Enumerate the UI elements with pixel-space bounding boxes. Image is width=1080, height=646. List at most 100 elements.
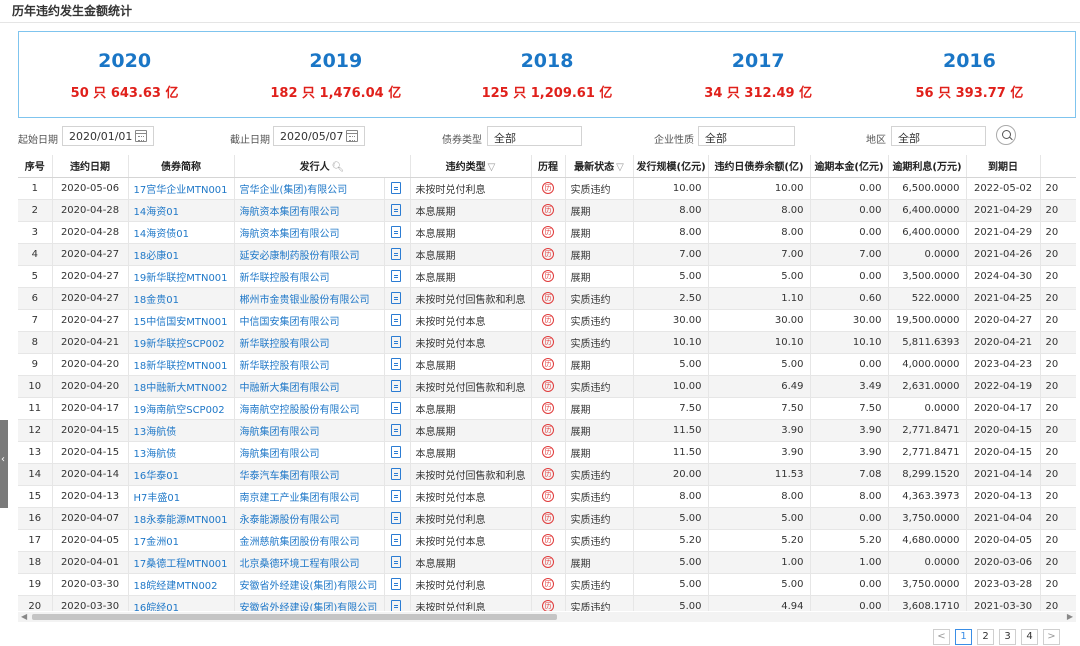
col-header-type[interactable]: 违约类型 ▽ [410,155,532,178]
history-icon[interactable]: 历 [542,336,555,348]
history-icon[interactable]: 历 [542,600,555,611]
cell-issuer[interactable]: 海南航空控股股份有限公司 [234,397,385,420]
document-icon[interactable] [390,578,401,590]
table-row[interactable]: 4 2020-04-27 18必康01 延安必康制药股份有限公司 本息展期历展期 7.00… [18,243,1076,266]
cell-issuer[interactable]: 新华联控股有限公司 [234,353,385,376]
company-nature-select[interactable]: 全部 [698,126,795,146]
history-icon[interactable]: 历 [542,292,555,304]
cell-issuer[interactable]: 南京建工产业集团有限公司 [234,485,385,508]
table-row[interactable]: 11 2020-04-17 19海南航空SCP002 海南航空控股股份有限公司 本息展期… [18,397,1076,420]
document-icon[interactable] [390,314,401,326]
document-icon[interactable] [390,446,401,458]
col-header-overdue-interest[interactable]: 逾期利息(万元) [888,155,967,178]
cell-bond[interactable]: 14海资01 [128,199,235,222]
col-header-balance[interactable]: 违约日债券余额(亿) [708,155,811,178]
table-row[interactable]: 7 2020-04-27 15中信国安MTN001 中信国安集团有限公司 未按时兑付本息… [18,309,1076,332]
cell-issuer[interactable]: 新华联控股有限公司 [234,265,385,288]
document-icon[interactable] [390,182,401,194]
calendar-icon[interactable] [346,130,358,142]
history-icon[interactable]: 历 [542,490,555,502]
cell-issuer[interactable]: 华泰汽车集团有限公司 [234,463,385,486]
table-row[interactable]: 9 2020-04-20 18新华联控MTN001 新华联控股有限公司 本息展期历展期 5… [18,353,1076,376]
scrollbar-thumb[interactable] [32,614,557,620]
document-icon[interactable] [390,534,401,546]
table-row[interactable]: 8 2020-04-21 19新华联控SCP002 新华联控股有限公司 未按时兑付本息历… [18,331,1076,354]
table-row[interactable]: 14 2020-04-14 16华泰01 华泰汽车集团有限公司 未按时兑付回售款和利息历… [18,463,1076,486]
cell-bond[interactable]: 16华泰01 [128,463,235,486]
document-icon[interactable] [390,556,401,568]
cell-bond[interactable]: 17桑德工程MTN001 [128,551,235,574]
table-row[interactable]: 13 2020-04-15 13海航债 海航集团有限公司 本息展期历展期 11.50 3.9… [18,441,1076,464]
document-icon[interactable] [390,270,401,282]
cell-issuer[interactable]: 郴州市金贵银业股份有限公司 [234,287,385,310]
document-icon[interactable] [390,226,401,238]
calendar-icon[interactable] [135,130,147,142]
table-row[interactable]: 6 2020-04-27 18金贵01 郴州市金贵银业股份有限公司 未按时兑付回售款和利… [18,287,1076,310]
table-row[interactable]: 12 2020-04-15 13海航债 海航集团有限公司 本息展期历展期 11.50 3.9… [18,419,1076,442]
col-header-extra[interactable] [1040,155,1076,178]
cell-issuer[interactable]: 中信国安集团有限公司 [234,309,385,332]
search-icon[interactable] [996,125,1016,145]
table-row[interactable]: 1 2020-05-06 17宫华企业MTN001 宫华企业(集团)有限公司 未按时兑付… [18,177,1076,200]
history-icon[interactable]: 历 [542,182,555,194]
history-icon[interactable]: 历 [542,358,555,370]
cell-issuer[interactable]: 海航资本集团有限公司 [234,221,385,244]
col-header-status[interactable]: 最新状态 ▽ [565,155,634,178]
col-header-history[interactable]: 历程 [531,155,566,178]
history-icon[interactable]: 历 [542,534,555,546]
document-icon[interactable] [390,512,401,524]
cell-bond[interactable]: H7丰盛01 [128,485,235,508]
cell-bond[interactable]: 19新华联控MTN001 [128,265,235,288]
page-button-4[interactable]: 4 [1021,629,1038,645]
cell-bond[interactable]: 15中信国安MTN001 [128,309,235,332]
col-header-issuer[interactable]: 发行人 🔍︎ [234,155,411,178]
cell-bond[interactable]: 18必康01 [128,243,235,266]
summary-card-2018[interactable]: 2018 125 只 1,209.61 亿 [441,32,652,117]
cell-bond[interactable]: 16皖经01 [128,595,235,611]
document-icon[interactable] [390,248,401,260]
cell-issuer[interactable]: 中融新大集团有限公司 [234,375,385,398]
document-icon[interactable] [390,380,401,392]
summary-card-2019[interactable]: 2019 182 只 1,476.04 亿 [230,32,441,117]
start-date-input[interactable]: 2020/01/01 [62,126,154,146]
end-date-input[interactable]: 2020/05/07 [273,126,365,146]
next-page-button[interactable]: > [1043,629,1060,645]
summary-card-2016[interactable]: 2016 56 只 393.77 亿 [864,32,1075,117]
table-row[interactable]: 17 2020-04-05 17金洲01 金洲慈航集团股份有限公司 未按时兑付本息历实质… [18,529,1076,552]
cell-issuer[interactable]: 新华联控股有限公司 [234,331,385,354]
table-row[interactable]: 10 2020-04-20 18中融新大MTN002 中融新大集团有限公司 未按时兑付回… [18,375,1076,398]
page-button-2[interactable]: 2 [977,629,994,645]
document-icon[interactable] [390,468,401,480]
history-icon[interactable]: 历 [542,226,555,238]
col-header-no[interactable]: 序号 [18,155,53,178]
summary-card-2017[interactable]: 2017 34 只 312.49 亿 [653,32,864,117]
table-row[interactable]: 18 2020-04-01 17桑德工程MTN001 北京桑德环境工程有限公司 本息展期… [18,551,1076,574]
history-icon[interactable]: 历 [542,314,555,326]
region-select[interactable]: 全部 [891,126,986,146]
history-icon[interactable]: 历 [542,248,555,260]
cell-issuer[interactable]: 永泰能源股份有限公司 [234,507,385,530]
cell-bond[interactable]: 18中融新大MTN002 [128,375,235,398]
table-row[interactable]: 15 2020-04-13 H7丰盛01 南京建工产业集团有限公司 未按时兑付本息历实质… [18,485,1076,508]
filter-icon[interactable]: ▽ [616,162,624,173]
cell-bond[interactable]: 18新华联控MTN001 [128,353,235,376]
cell-bond[interactable]: 13海航债 [128,419,235,442]
table-row[interactable]: 16 2020-04-07 18永泰能源MTN001 永泰能源股份有限公司 未按时兑付利… [18,507,1076,530]
collapse-sidebar-handle[interactable] [0,420,8,508]
cell-bond[interactable]: 17金洲01 [128,529,235,552]
document-icon[interactable] [390,424,401,436]
history-icon[interactable]: 历 [542,270,555,282]
cell-issuer[interactable]: 海航集团有限公司 [234,419,385,442]
cell-issuer[interactable]: 延安必康制药股份有限公司 [234,243,385,266]
document-icon[interactable] [390,490,401,502]
cell-issuer[interactable]: 金洲慈航集团股份有限公司 [234,529,385,552]
cell-issuer[interactable]: 海航集团有限公司 [234,441,385,464]
history-icon[interactable]: 历 [542,512,555,524]
table-row[interactable]: 5 2020-04-27 19新华联控MTN001 新华联控股有限公司 本息展期历展期 5… [18,265,1076,288]
history-icon[interactable]: 历 [542,468,555,480]
search-icon[interactable]: 🔍︎ [332,162,345,173]
cell-bond[interactable]: 18金贵01 [128,287,235,310]
document-icon[interactable] [390,204,401,216]
filter-icon[interactable]: ▽ [488,162,496,173]
document-icon[interactable] [390,402,401,414]
